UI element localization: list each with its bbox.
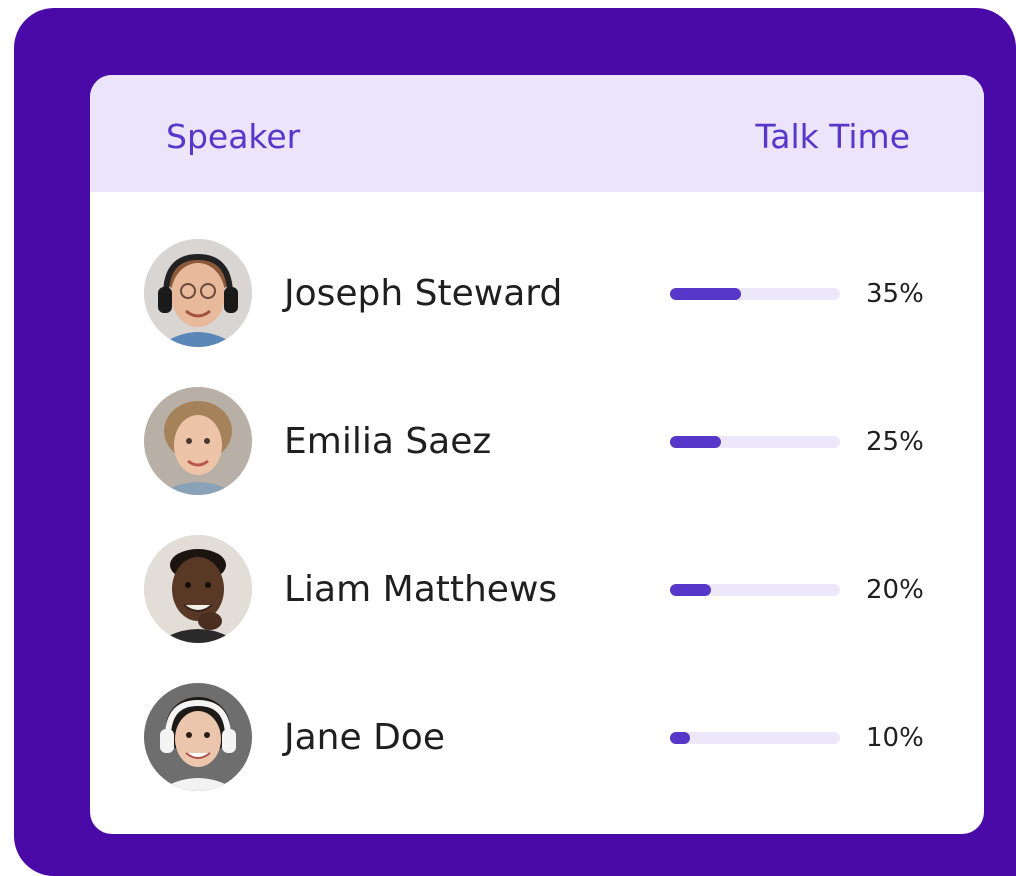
talk-time-bar-fill [670, 436, 721, 448]
talk-time-card: Speaker Talk Time Joseph Steward 35% Emi… [90, 75, 984, 834]
speaker-row: Joseph Steward 35% [90, 239, 984, 349]
woman-with-headset-avatar [144, 683, 252, 791]
talk-time-bar [670, 732, 840, 744]
card-frame: Speaker Talk Time Joseph Steward 35% Emi… [14, 8, 1016, 876]
speaker-row: Jane Doe 10% [90, 683, 984, 793]
talk-time-bar-fill [670, 732, 690, 744]
talk-time-percent: 20% [866, 575, 924, 605]
talk-time-bar [670, 436, 840, 448]
talk-time-percent: 10% [866, 723, 924, 753]
man-with-headset-avatar [144, 239, 252, 347]
speaker-row: Liam Matthews 20% [90, 535, 984, 645]
woman-avatar [144, 387, 252, 495]
speaker-name: Emilia Saez [284, 421, 492, 462]
talk-time-column-header: Talk Time [755, 117, 910, 156]
speaker-column-header: Speaker [166, 117, 301, 156]
speaker-name: Joseph Steward [284, 273, 563, 314]
speaker-name: Liam Matthews [284, 569, 558, 610]
talk-time-bar-fill [670, 288, 741, 300]
table-header: Speaker Talk Time [90, 75, 984, 192]
talk-time-percent: 25% [866, 427, 924, 457]
talk-time-bar [670, 584, 840, 596]
talk-time-bar-fill [670, 584, 711, 596]
speaker-row: Emilia Saez 25% [90, 387, 984, 497]
talk-time-percent: 35% [866, 279, 924, 309]
speaker-name: Jane Doe [284, 717, 445, 758]
talk-time-bar [670, 288, 840, 300]
man-avatar [144, 535, 252, 643]
